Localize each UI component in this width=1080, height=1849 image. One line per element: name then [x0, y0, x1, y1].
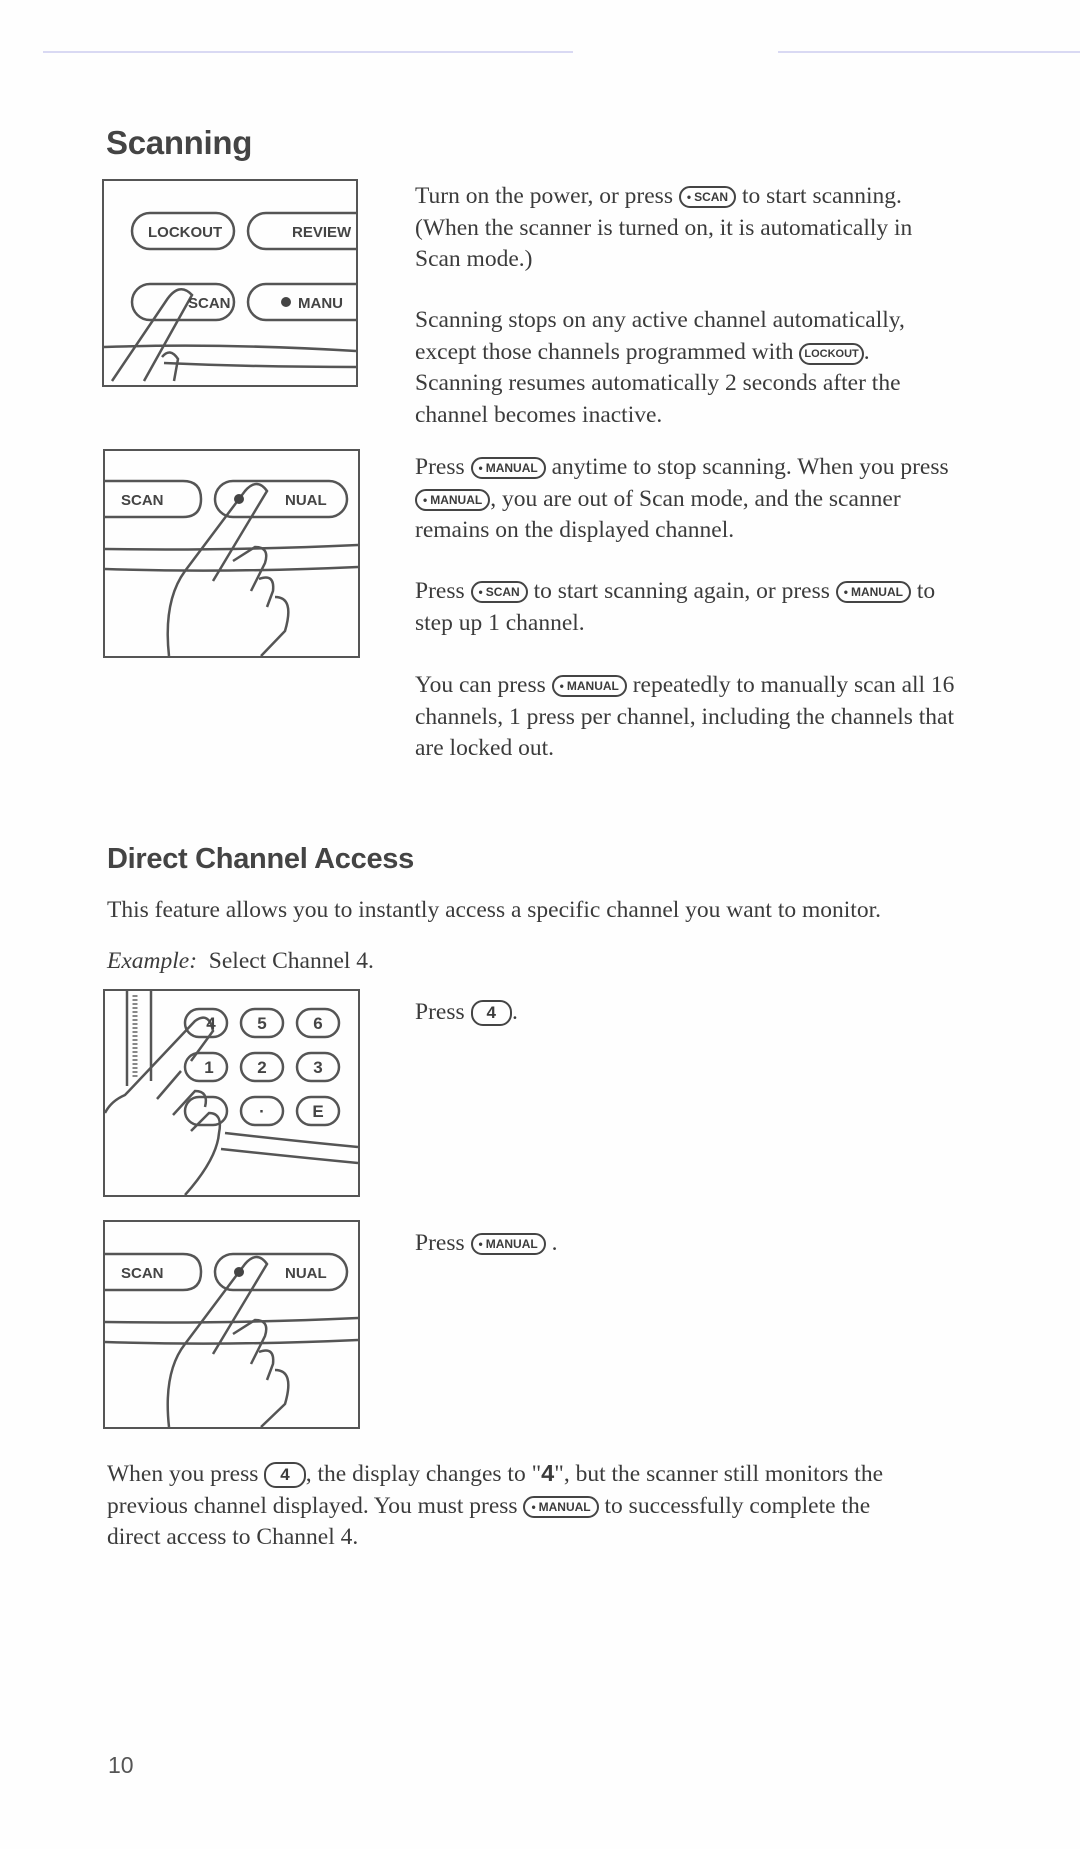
text: Scanning stops on any active channel aut… [415, 307, 905, 333]
key-label-scan: SCAN [121, 492, 164, 509]
key-4-icon: 4 [264, 1462, 306, 1488]
key-label-review: REVIEW [292, 224, 352, 241]
display-value: 4 [541, 1460, 555, 1486]
header-rule-right [778, 51, 1080, 53]
text: remains on the displayed channel. [415, 517, 735, 543]
manual-key-icon: • MANUAL [415, 488, 491, 511]
example-text: Select Channel 4. [208, 948, 374, 974]
keypad-key-dot: · [259, 1102, 265, 1121]
text: ", but the scanner still monitors the [554, 1461, 883, 1487]
scan-key-icon: • SCAN [470, 581, 528, 603]
step-press-4: Press 4. [415, 997, 715, 1029]
key-label-scan: SCAN [121, 1265, 164, 1282]
keypad-illustration: 4 5 6 1 2 3 · E [103, 989, 360, 1197]
keypad-key-2: 2 [257, 1058, 266, 1077]
text: You can press [415, 672, 552, 698]
text: anytime to stop scanning. When you press [545, 454, 949, 480]
text: , you are out of Scan mode, and the scan… [490, 485, 901, 512]
text: to start scanning. [736, 183, 902, 209]
text: . [545, 1230, 558, 1256]
text: step up 1 channel. [415, 609, 585, 636]
text: channel becomes inactive. [415, 401, 663, 428]
header-rule-left [43, 51, 573, 53]
section-title-scanning: Scanning [106, 124, 253, 161]
scan-key-icon: • SCAN [678, 186, 737, 208]
scanning-paragraph-1: Turn on the power, or press • SCAN to sta… [415, 181, 1065, 276]
text: to [910, 578, 936, 604]
manual-key-icon: • MANUAL [551, 675, 627, 697]
text: are locked out. [415, 735, 554, 761]
scanning-paragraph-3: Press • MANUAL anytime to stop scanning. … [415, 452, 1065, 547]
text: . [863, 338, 870, 365]
text: Press [415, 454, 471, 480]
key-label-manual-partial: NUAL [285, 1265, 327, 1282]
text: Scan mode.) [415, 246, 533, 272]
manual-button-illustration: SCAN NUAL [103, 449, 360, 658]
keypad-key-1: 1 [204, 1058, 213, 1077]
text: channels, 1 press per channel, including… [415, 703, 955, 730]
scanning-paragraph-2: Scanning stops on any active channel aut… [415, 305, 1065, 431]
manual-key-icon: • MANUAL [835, 581, 911, 603]
text: Turn on the power, or press [415, 183, 679, 209]
keypad-key-4: 4 [206, 1014, 216, 1033]
direct-access-example: Example: Select Channel 4. [107, 946, 707, 978]
manual-button-illustration: SCAN NUAL [103, 1220, 360, 1429]
example-label: Example: [107, 948, 198, 974]
lockout-key-icon: LOCKOUT [799, 342, 864, 365]
manual-key-icon: • MANUAL [470, 1233, 546, 1255]
text: previous channel displayed. You must pre… [107, 1492, 524, 1519]
text: to start scanning again, or press [527, 578, 836, 604]
section-title-direct-channel-access: Direct Channel Access [107, 843, 414, 875]
text: to successfully complete the [598, 1492, 871, 1519]
page-number: 10 [108, 1752, 134, 1778]
text: Press [415, 578, 471, 604]
text: (When the scanner is turned on, it is au… [415, 214, 913, 241]
text: , the display changes to " [305, 1461, 542, 1487]
text: direct access to Channel 4. [107, 1524, 359, 1550]
keypad-key-3: 3 [313, 1058, 322, 1077]
keypad-key-e: E [312, 1102, 323, 1121]
manual-key-icon: • MANUAL [523, 1495, 599, 1518]
text: When you press [107, 1461, 265, 1487]
text: Scanning resumes automatically 2 seconds… [415, 370, 901, 396]
key-label-manual-partial: NUAL [285, 492, 327, 509]
text: Press [415, 1230, 471, 1256]
scanning-paragraph-5: You can press • MANUAL repeatedly to manu… [415, 670, 1075, 765]
text: repeatedly to manually scan all 16 [626, 672, 955, 698]
manual-key-icon: • MANUAL [470, 457, 546, 479]
key-label-lockout: LOCKOUT [148, 224, 222, 241]
scanning-paragraph-4: Press • SCAN to start scanning again, or … [415, 576, 1075, 639]
key-4-icon: 4 [470, 1000, 512, 1026]
text: except those channels programmed with [415, 338, 800, 365]
text: Press [415, 999, 471, 1025]
key-label-scan: SCAN [188, 295, 231, 312]
step-press-manual: Press • MANUAL . [415, 1228, 715, 1260]
direct-access-closing: When you press 4, the display changes to… [107, 1458, 1067, 1554]
text: . [511, 999, 518, 1025]
scan-button-illustration: LOCKOUT REVIEW SCAN MANU [102, 179, 358, 387]
keypad-key-6: 6 [313, 1014, 322, 1033]
keypad-key-5: 5 [257, 1014, 266, 1033]
key-label-manual: MANU [298, 295, 343, 312]
direct-access-intro: This feature allows you to instantly acc… [107, 897, 881, 923]
